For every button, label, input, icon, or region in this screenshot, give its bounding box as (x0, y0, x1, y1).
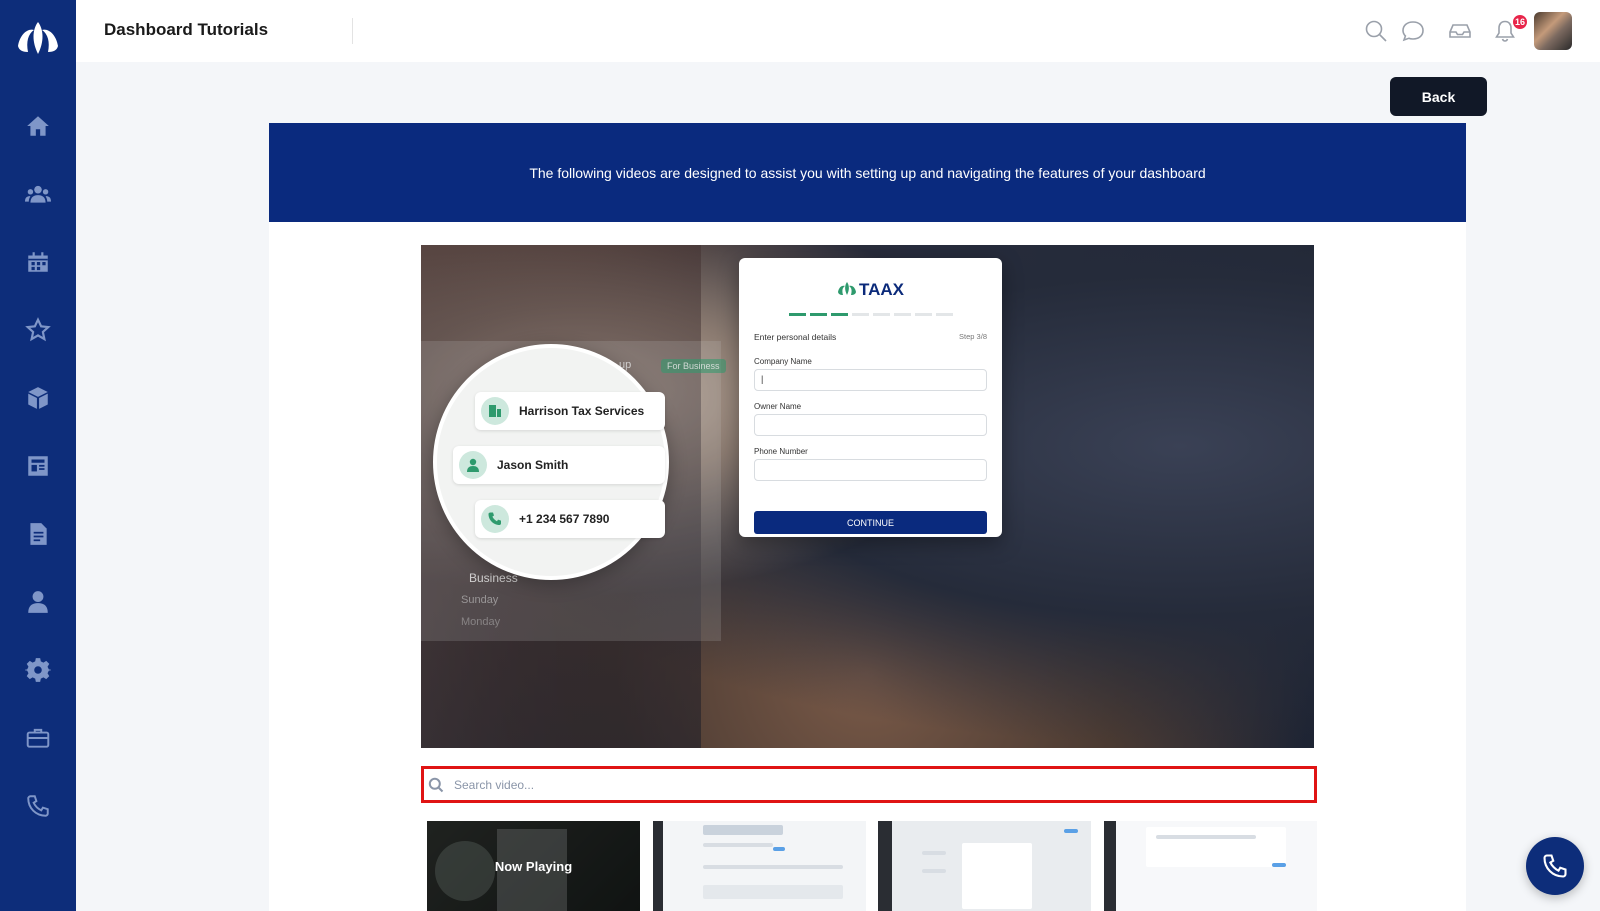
briefcase-icon (26, 728, 50, 748)
step-segment (831, 313, 848, 316)
field-label: Owner Name (754, 402, 802, 411)
intro-banner: The following videos are designed to ass… (269, 123, 1466, 222)
call-button[interactable] (1526, 837, 1584, 895)
calendar-icon (28, 252, 48, 272)
owner-name-field (754, 414, 987, 436)
thumbnail-line (1064, 829, 1078, 833)
box-icon (28, 387, 48, 409)
thumbnail-line (703, 865, 843, 869)
sidebar-item-products[interactable] (18, 378, 58, 418)
sidebar-item-profile[interactable] (18, 582, 58, 622)
step-segment (894, 313, 911, 316)
phone-number-field (754, 459, 987, 481)
magnifier-row-text: +1 234 567 7890 (519, 512, 610, 526)
continue-button: CONTINUE (754, 511, 987, 534)
top-bar: Dashboard Tutorials (76, 0, 1600, 62)
thumbnail-line (1156, 835, 1256, 839)
thumbnail-line (922, 851, 946, 855)
sidebar (0, 0, 76, 911)
user-icon (28, 591, 48, 613)
thumbnail-line (922, 869, 946, 873)
taax-brand: TAAX (739, 280, 1002, 300)
video-thumbnail[interactable] (1104, 821, 1317, 911)
phone-icon (481, 505, 509, 533)
user-icon (459, 451, 487, 479)
intro-banner-text: The following videos are designed to ass… (529, 164, 1206, 181)
magnifier-row-text: Harrison Tax Services (519, 404, 645, 418)
video-player[interactable]: up For Business Business Sunday Monday H… (421, 245, 1314, 748)
notification-count-badge: 16 (1512, 14, 1528, 30)
page-title: Dashboard Tutorials (104, 20, 269, 39)
thumbnail-line (703, 825, 783, 835)
thumbnail-line (962, 843, 1032, 909)
step-segment (852, 313, 869, 316)
sidebar-item-clients[interactable] (18, 174, 58, 214)
magnifier-lens: Harrison Tax Services Jason Smith +1 234… (433, 344, 669, 580)
sidebar-item-home[interactable] (18, 106, 58, 146)
title-divider (352, 18, 353, 44)
form-heading: Enter personal details (754, 332, 837, 342)
users-group-icon (25, 185, 51, 203)
thumbnail-line (1272, 863, 1286, 867)
magnifier-row: Harrison Tax Services (475, 392, 665, 430)
company-name-field: | (754, 369, 987, 391)
home-icon (27, 116, 49, 136)
step-segment (789, 313, 806, 316)
step-segment (915, 313, 932, 316)
phone-icon (1543, 854, 1567, 878)
sidebar-item-favorites[interactable] (18, 310, 58, 350)
chat-icon[interactable] (1400, 18, 1426, 44)
gear-icon (25, 658, 51, 682)
lotus-logo-icon (837, 282, 856, 295)
phone-icon (27, 795, 49, 817)
sidebar-item-settings[interactable] (18, 650, 58, 690)
document-icon (30, 523, 47, 545)
field-label: Company Name (754, 357, 812, 366)
field-label: Phone Number (754, 447, 808, 456)
step-segment (810, 313, 827, 316)
lotus-logo-icon[interactable] (14, 16, 62, 60)
now-playing-label: Now Playing (427, 821, 640, 911)
thumbnail-line (1146, 827, 1286, 867)
magnifier-row: +1 234 567 7890 (475, 500, 665, 538)
magnifier-row: Jason Smith (453, 446, 665, 484)
video-bg-text: Monday (461, 616, 501, 628)
video-bg-text: For Business (661, 359, 726, 373)
taax-brand-text: TAAX (858, 280, 904, 299)
thumbnail-line (773, 847, 785, 851)
sidebar-item-business[interactable] (18, 718, 58, 758)
video-thumbnail[interactable] (653, 821, 866, 911)
sidebar-item-calendar[interactable] (18, 242, 58, 282)
thumbnail-line (703, 843, 773, 847)
building-icon (481, 397, 509, 425)
magnifier-row-text: Jason Smith (497, 458, 569, 472)
avatar[interactable] (1534, 12, 1572, 50)
sidebar-item-calls[interactable] (18, 786, 58, 826)
signup-form-card: TAAX Enter personal details Step 3/8 Com… (739, 258, 1002, 537)
search-icon (428, 777, 444, 792)
inbox-icon[interactable] (1447, 18, 1473, 44)
search-icon[interactable] (1363, 18, 1389, 44)
search-input[interactable] (454, 777, 1274, 792)
step-label: Step 3/8 (959, 332, 987, 341)
video-search (421, 766, 1317, 803)
sidebar-item-documents[interactable] (18, 514, 58, 554)
step-segment (936, 313, 953, 316)
thumbnail-line (703, 885, 843, 899)
video-thumbnail[interactable]: Now Playing (427, 821, 640, 911)
sidebar-item-news[interactable] (18, 446, 58, 486)
video-bg-text: Sunday (461, 594, 499, 606)
step-segment (873, 313, 890, 316)
video-thumbnail[interactable] (878, 821, 1091, 911)
star-icon (25, 317, 51, 342)
step-progress (789, 313, 953, 316)
back-button[interactable]: Back (1390, 77, 1487, 116)
newspaper-icon (28, 456, 48, 476)
